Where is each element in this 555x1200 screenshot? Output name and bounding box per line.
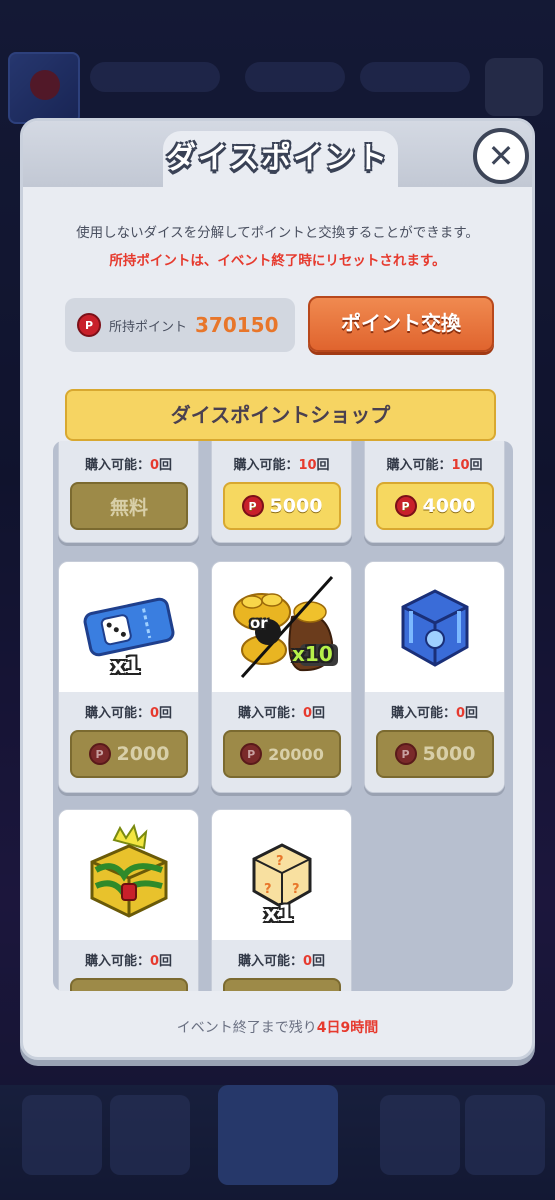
svg-text:?: ?: [292, 882, 300, 897]
purchase-limit: 購入可能：0回: [84, 954, 173, 969]
shop-title: ダイスポイントショップ: [65, 389, 496, 441]
reset-warning: 所持ポイントは、イベント終了時にリセットされます。: [109, 253, 446, 269]
dice-point-modal: ダイスポイント 使用しないダイスを分解してポイントと交換することができます。 所…: [20, 118, 535, 1060]
shop-grid[interactable]: 購入可能：0回 無料 購入可能：10回 P 5000 購入可能：10回 P 4000: [53, 441, 513, 991]
points-label: 所持ポイント: [109, 319, 188, 335]
legend-chest-icon: [90, 823, 167, 918]
modal-description: 使用しないダイスを分解してポイントと交換することができます。: [76, 225, 479, 241]
purchase-limit: 購入可能：0回: [237, 954, 326, 969]
shop-item-top-middle[interactable]: 購入可能：10回 P 5000: [211, 441, 352, 543]
point-coin-icon: P: [77, 313, 101, 337]
shop-item-top-right[interactable]: 購入可能：10回 P 4000: [364, 441, 505, 543]
price-button[interactable]: P 5000: [376, 730, 494, 778]
purchase-limit: 購入可能：10回: [233, 458, 330, 473]
close-icon: ✕: [487, 137, 515, 175]
shop-item-gold-pile[interactable]: or x10 購入可能：0回 P 20000: [211, 561, 352, 793]
purchase-limit: 購入可能：0回: [84, 458, 173, 473]
shop-item-dice-ticket[interactable]: x1 購入可能：0回 P 2000: [58, 561, 199, 793]
purchase-limit: 購入可能：0回: [237, 706, 326, 721]
ticket-icon: [83, 597, 174, 657]
chest-icon: [401, 589, 468, 667]
price-button[interactable]: P 4000: [376, 482, 494, 530]
item-quantity: x1: [111, 654, 141, 679]
item-quantity: x10: [292, 642, 333, 666]
shop-item-top-left[interactable]: 購入可能：0回 無料: [58, 441, 199, 543]
price-button[interactable]: P 20000: [223, 730, 341, 778]
svg-text:?: ?: [276, 854, 284, 869]
purchase-limit: 購入可能：0回: [390, 706, 479, 721]
point-coin-icon: P: [88, 743, 111, 765]
event-remaining-time: イベント終了まで残り4日9時間: [176, 1020, 379, 1036]
point-coin-icon: P: [394, 495, 417, 517]
or-badge: or: [250, 614, 268, 632]
shop-item-mystery-dice[interactable]: ? ? ? x1 購入可能：0回: [211, 809, 352, 991]
point-coin-icon: P: [241, 495, 264, 517]
remaining-time-value: 4日9時間: [316, 1020, 379, 1036]
points-value: 370150: [195, 313, 279, 337]
purchase-limit: 購入可能：0回: [84, 706, 173, 721]
price-button[interactable]: [70, 978, 188, 991]
point-exchange-button[interactable]: ポイント交換: [308, 296, 494, 352]
shop-item-blue-chest[interactable]: 購入可能：0回 P 5000: [364, 561, 505, 793]
point-coin-icon: P: [240, 743, 263, 765]
shop-item-gold-chest[interactable]: 購入可能：0回: [58, 809, 199, 991]
modal-title: ダイスポイント: [165, 141, 390, 176]
item-quantity: x1: [264, 902, 294, 927]
point-coin-icon: P: [394, 743, 417, 765]
price-button[interactable]: P 5000: [223, 482, 341, 530]
svg-text:?: ?: [264, 882, 272, 897]
price-button-free[interactable]: 無料: [70, 482, 188, 530]
price-button[interactable]: [223, 978, 341, 991]
close-button[interactable]: ✕: [473, 128, 529, 184]
points-balance: P 所持ポイント 370150: [65, 298, 295, 352]
modal-header: ダイスポイント: [23, 121, 532, 187]
purchase-limit: 購入可能：10回: [386, 458, 483, 473]
price-button[interactable]: P 2000: [70, 730, 188, 778]
